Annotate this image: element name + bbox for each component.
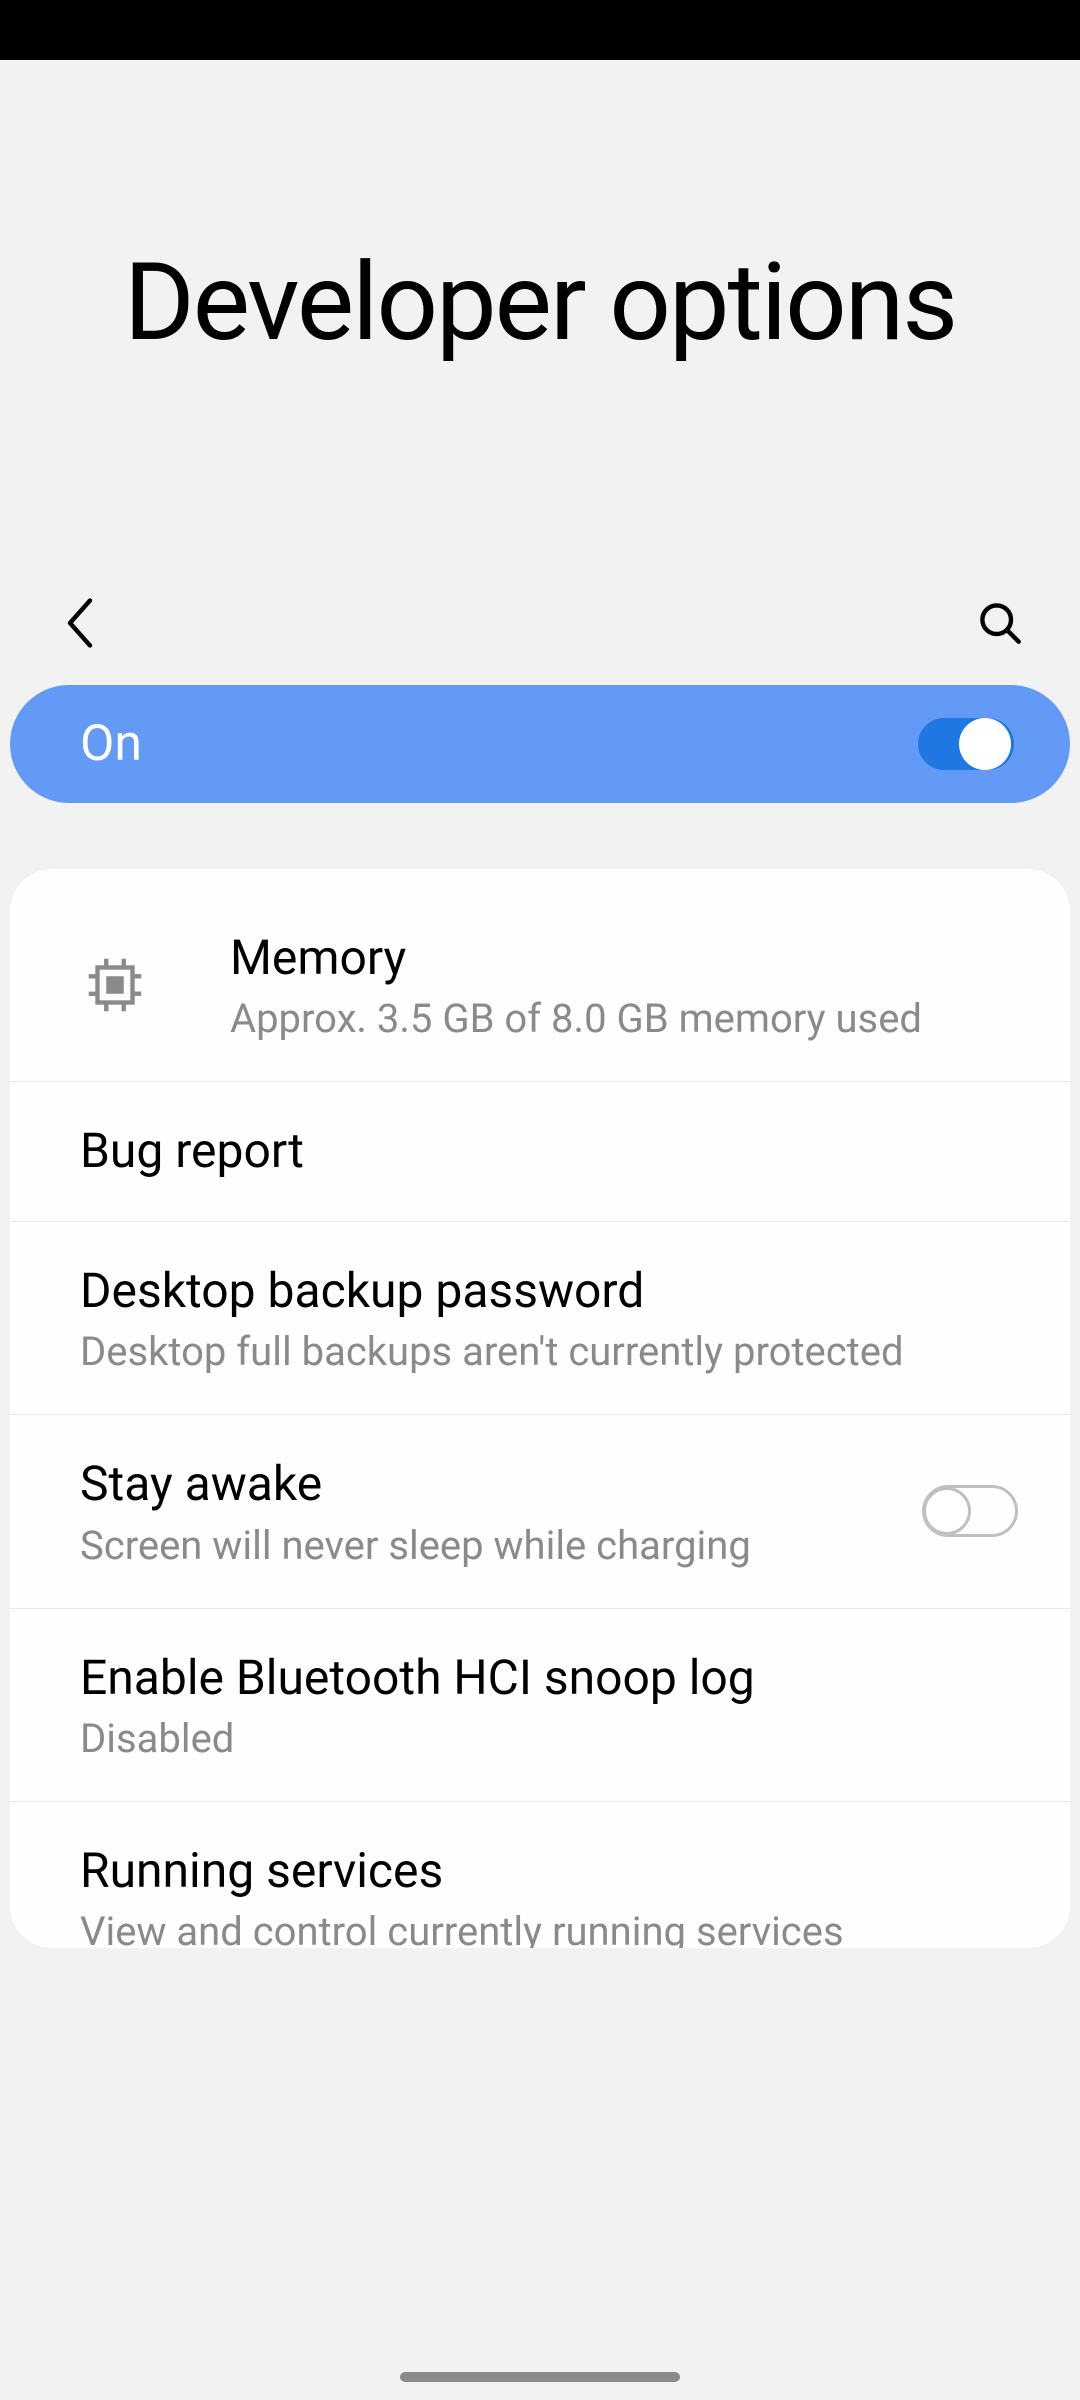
row-title: Bug report: [80, 1120, 1018, 1182]
row-title: Desktop backup password: [80, 1260, 1018, 1322]
row-subtitle: Disabled: [80, 1715, 1018, 1763]
row-text: Running services View and control curren…: [80, 1840, 1018, 1948]
search-icon: [978, 598, 1022, 648]
row-title: Running services: [80, 1840, 1018, 1902]
row-subtitle: Approx. 3.5 GB of 8.0 GB memory used: [230, 995, 1018, 1043]
settings-list: Memory Approx. 3.5 GB of 8.0 GB memory u…: [10, 869, 1070, 1948]
row-running-services[interactable]: Running services View and control curren…: [10, 1802, 1070, 1948]
gesture-bar[interactable]: [400, 2372, 680, 2382]
row-title: Enable Bluetooth HCI snoop log: [80, 1647, 1018, 1709]
switch-knob: [959, 718, 1011, 770]
row-title: Memory: [230, 927, 1018, 989]
row-desktop-backup[interactable]: Desktop backup password Desktop full bac…: [10, 1222, 1070, 1415]
master-toggle-row[interactable]: On: [10, 685, 1070, 803]
stay-awake-switch[interactable]: [922, 1485, 1018, 1537]
row-subtitle: View and control currently running servi…: [80, 1908, 1018, 1948]
master-toggle-label: On: [80, 715, 142, 773]
row-bluetooth-hci[interactable]: Enable Bluetooth HCI snoop log Disabled: [10, 1609, 1070, 1802]
search-button[interactable]: [978, 601, 1022, 645]
switch-knob: [923, 1487, 971, 1535]
row-bug-report[interactable]: Bug report: [10, 1082, 1070, 1221]
row-text: Bug report: [80, 1120, 1018, 1182]
chevron-left-icon: [64, 598, 96, 648]
toggle-container: [922, 1485, 1018, 1537]
row-subtitle: Desktop full backups aren't currently pr…: [80, 1328, 1018, 1376]
cpu-icon: [80, 950, 180, 1020]
row-stay-awake[interactable]: Stay awake Screen will never sleep while…: [10, 1415, 1070, 1608]
row-title: Stay awake: [80, 1453, 892, 1515]
page-title: Developer options: [0, 240, 1080, 366]
back-button[interactable]: [58, 601, 102, 645]
row-text: Enable Bluetooth HCI snoop log Disabled: [80, 1647, 1018, 1763]
row-text: Desktop backup password Desktop full bac…: [80, 1260, 1018, 1376]
status-bar: [0, 0, 1080, 60]
row-memory[interactable]: Memory Approx. 3.5 GB of 8.0 GB memory u…: [10, 889, 1070, 1082]
master-toggle-switch[interactable]: [918, 718, 1014, 770]
row-text: Memory Approx. 3.5 GB of 8.0 GB memory u…: [230, 927, 1018, 1043]
toolbar: [0, 615, 1080, 685]
row-subtitle: Screen will never sleep while charging: [80, 1522, 892, 1570]
row-text: Stay awake Screen will never sleep while…: [80, 1453, 892, 1569]
header-area: Developer options: [0, 60, 1080, 615]
